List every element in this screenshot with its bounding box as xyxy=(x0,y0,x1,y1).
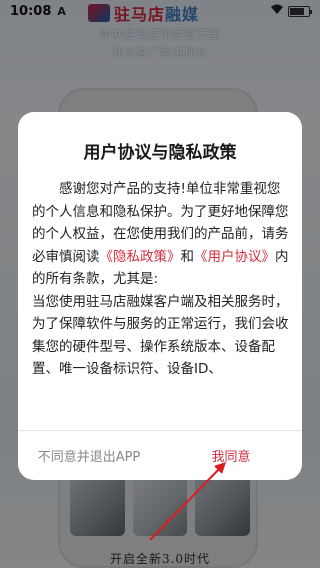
dialog-paragraph: 感谢您对产品的支持!单位非常重视您的个人信息和隐私保护。为了更好地保障您的个人权… xyxy=(32,178,292,291)
dialog-title: 用户协议与隐私政策 xyxy=(83,143,237,163)
user-agreement-link[interactable]: 《用户协议》 xyxy=(194,249,275,265)
dialog-paragraph-2: 当您使用驻马店融媒客户端及相关服务时，为了保障软件与服务的正常运行，我们会收集您… xyxy=(32,293,289,378)
dialog-actions: 不同意并退出APP 我同意 xyxy=(18,431,302,480)
and-text: 和 xyxy=(180,248,195,265)
privacy-policy-link[interactable]: 《隐私政策》 xyxy=(100,249,181,265)
disagree-exit-button[interactable]: 不同意并退出APP xyxy=(18,431,160,480)
privacy-dialog: 用户协议与隐私政策 感谢您对产品的支持!单位非常重视您的个人信息和隐私保护。为了… xyxy=(18,112,302,480)
agree-button[interactable]: 我同意 xyxy=(160,431,302,480)
dialog-body[interactable]: 感谢您对产品的支持!单位非常重视您的个人信息和隐私保护。为了更好地保障您的个人权… xyxy=(32,178,292,406)
